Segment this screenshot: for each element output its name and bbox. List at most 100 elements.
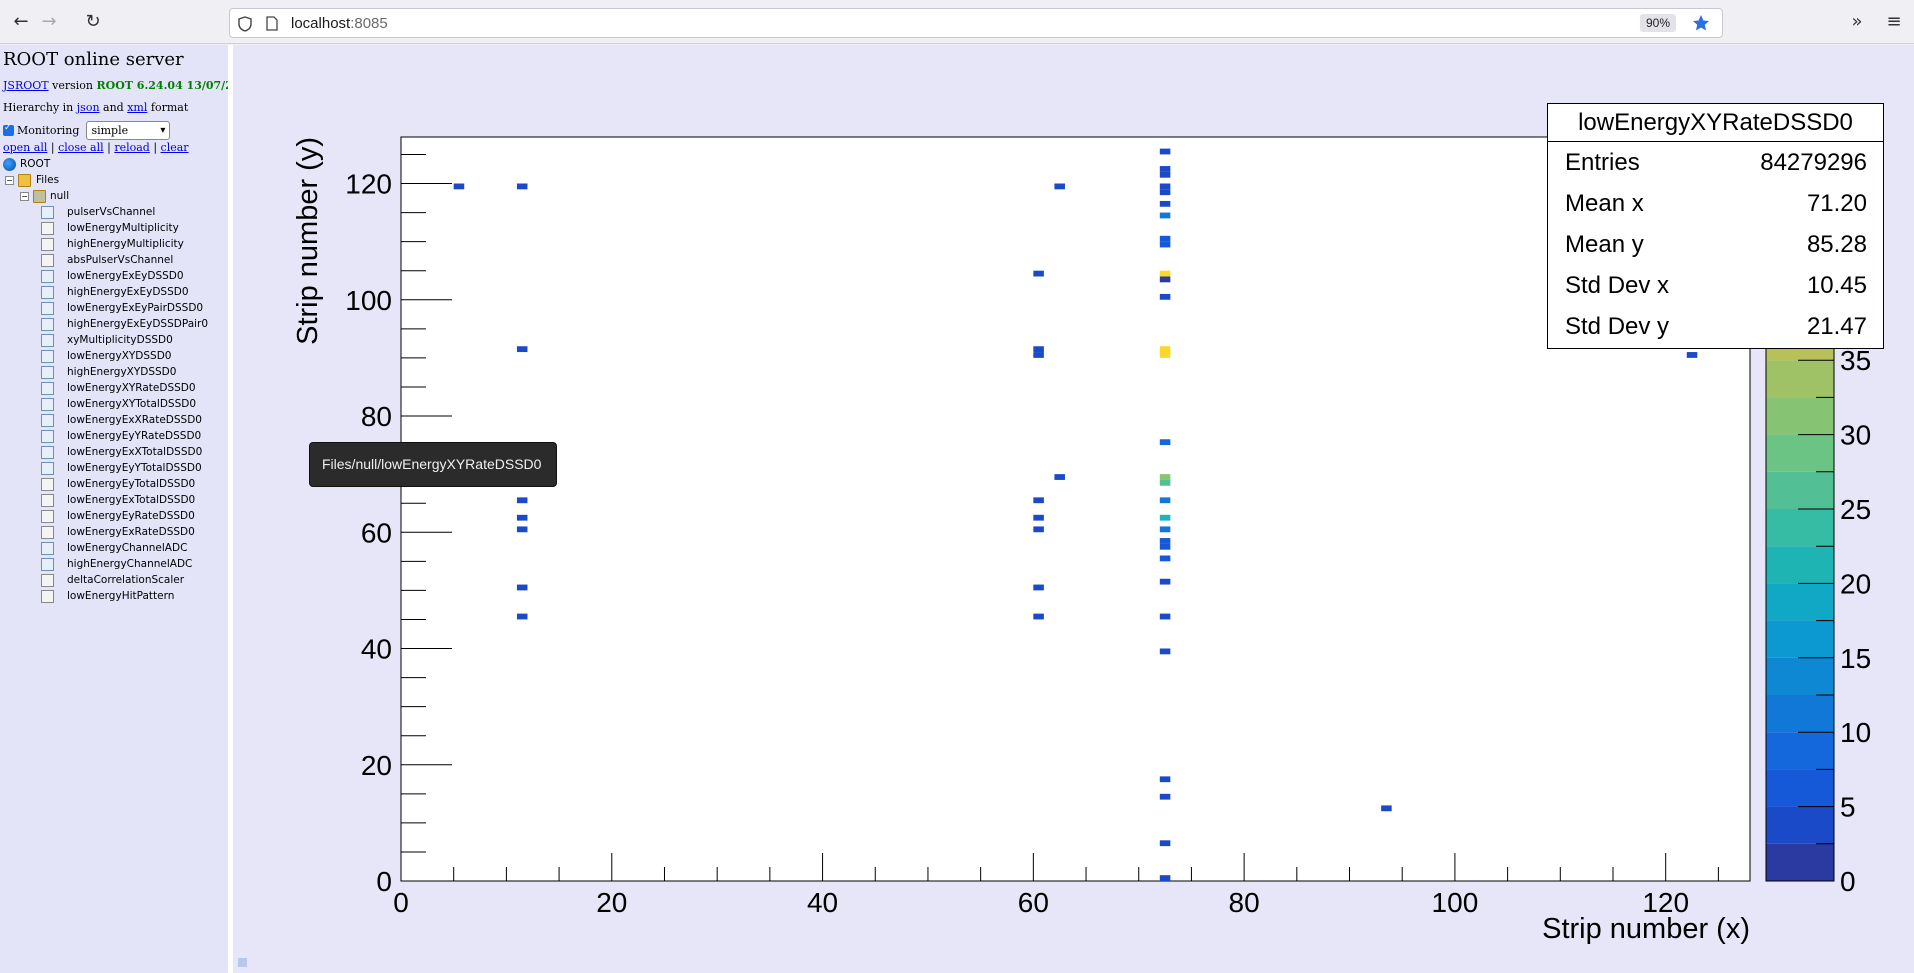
stat-value: 71.20	[1806, 189, 1867, 217]
forward-arrow-icon[interactable]: →	[37, 10, 61, 34]
tree-item-lowEnergyExXTotalDSSD0[interactable]: lowEnergyExXTotalDSSD0	[0, 445, 228, 461]
tree-item-lowEnergyExEyDSSD0[interactable]: lowEnergyExEyDSSD0	[0, 269, 228, 285]
monitoring-mode-select[interactable]: simple	[86, 121, 171, 140]
tree-item-highEnergyExEyDSSDPair0[interactable]: highEnergyExEyDSSDPair0	[0, 317, 228, 333]
xml-link[interactable]: xml	[127, 101, 147, 114]
tree-item-lowEnergyEyTotalDSSD0[interactable]: lowEnergyEyTotalDSSD0	[0, 477, 228, 493]
tree-item-highEnergyMultiplicity[interactable]: highEnergyMultiplicity	[0, 237, 228, 253]
histogram-2d-icon	[41, 350, 54, 363]
url-host: localhost	[291, 15, 351, 32]
y-tick-label: 120	[345, 169, 392, 200]
url-text[interactable]: localhost:8085	[291, 15, 388, 32]
tree-item-lowEnergyEyYRateDSSD0[interactable]: lowEnergyEyYRateDSSD0	[0, 429, 228, 445]
x-tick-label: 0	[393, 887, 409, 918]
colorbar-tick-label: 15	[1840, 643, 1871, 674]
file-icon	[33, 190, 46, 203]
tree-item-lowEnergyExTotalDSSD0[interactable]: lowEnergyExTotalDSSD0	[0, 493, 228, 509]
histogram-2d-icon	[41, 430, 54, 443]
stat-row-mean-x: Mean x 71.20	[1548, 183, 1883, 224]
histogram-cell	[516, 346, 528, 353]
histogram-cell	[516, 526, 528, 533]
colorbar-tick-label: 0	[1840, 866, 1856, 897]
tree-item-lowEnergyExEyPairDSSD0[interactable]: lowEnergyExEyPairDSSD0	[0, 301, 228, 317]
tree-item-lowEnergyXYRateDSSD0[interactable]: lowEnergyXYRateDSSD0	[0, 381, 228, 397]
tree-label-files: Files	[36, 174, 60, 186]
tree-item-lowEnergyEyRateDSSD0[interactable]: lowEnergyEyRateDSSD0	[0, 509, 228, 525]
tree-item-lowEnergyChannelADC[interactable]: lowEnergyChannelADC	[0, 541, 228, 557]
histogram-cell	[1159, 346, 1171, 353]
histogram-cell	[1159, 171, 1171, 178]
tree-item-highEnergyExEyDSSD0[interactable]: highEnergyExEyDSSD0	[0, 285, 228, 301]
histogram-cell	[1686, 352, 1698, 358]
histogram-2d-icon	[41, 286, 54, 299]
bookmark-star-icon[interactable]	[1692, 14, 1710, 32]
tree-item-pulserVsChannel[interactable]: pulserVsChannel	[0, 205, 228, 221]
tree-item-label: lowEnergyExTotalDSSD0	[67, 494, 196, 506]
tree-item-label: lowEnergyEyYRateDSSD0	[67, 430, 202, 442]
tree-item-label: highEnergyXYDSSD0	[67, 366, 177, 378]
tree-item-absPulserVsChannel[interactable]: absPulserVsChannel	[0, 253, 228, 269]
hamburger-menu-icon[interactable]: ≡	[1882, 10, 1906, 34]
back-arrow-icon[interactable]: ←	[9, 10, 33, 34]
tree-node-files[interactable]: − Files	[0, 173, 228, 189]
colorbar-band	[1766, 509, 1834, 547]
zoom-badge[interactable]: 90%	[1639, 14, 1676, 32]
tree-item-label: lowEnergyEyTotalDSSD0	[67, 478, 196, 490]
tree-node-root[interactable]: ROOT	[0, 157, 228, 173]
collapse-icon[interactable]: −	[5, 176, 14, 185]
close-all-link[interactable]: close all	[58, 141, 104, 154]
histogram-1d-icon	[41, 478, 54, 491]
histogram-cell	[1033, 346, 1044, 353]
tree-item-lowEnergyExRateDSSD0[interactable]: lowEnergyExRateDSSD0	[0, 525, 228, 541]
tree-item-deltaCorrelationScaler[interactable]: deltaCorrelationScaler	[0, 573, 228, 589]
overflow-chevrons-icon[interactable]: »	[1845, 10, 1869, 34]
histogram-cell	[1054, 183, 1065, 190]
histogram-cell	[516, 497, 528, 504]
jsroot-link[interactable]: JSROOT	[3, 79, 49, 92]
tree-item-lowEnergyMultiplicity[interactable]: lowEnergyMultiplicity	[0, 221, 228, 237]
histogram-cell	[1159, 613, 1171, 620]
url-bar[interactable]: localhost:8085 90%	[229, 8, 1723, 38]
histogram-cell	[1159, 352, 1171, 358]
histogram-cell	[1033, 497, 1044, 504]
histogram-cell	[1159, 183, 1171, 190]
monitoring-checkbox[interactable]	[3, 123, 14, 136]
tree-label-null: null	[50, 190, 70, 202]
json-link[interactable]: json	[77, 101, 100, 114]
histogram-cell	[516, 183, 528, 190]
x-tick-label: 40	[807, 887, 838, 918]
stats-box[interactable]: lowEnergyXYRateDSSD0 Entries 84279296 Mea…	[1547, 103, 1884, 349]
tree-item-highEnergyChannelADC[interactable]: highEnergyChannelADC	[0, 557, 228, 573]
histogram-2d-icon	[41, 462, 54, 475]
tree-node-null[interactable]: − null	[0, 189, 228, 205]
y-tick-label: 20	[361, 750, 392, 781]
reload-icon[interactable]: ↻	[81, 10, 105, 34]
histogram-2d-icon	[41, 318, 54, 331]
histogram-cell	[1159, 293, 1171, 300]
histogram-cell	[1159, 200, 1171, 207]
tree-item-label: lowEnergyEyYTotalDSSD0	[67, 462, 202, 474]
stat-row-stddev-y: Std Dev y 21.47	[1548, 306, 1883, 347]
histogram-cell	[1159, 648, 1171, 655]
folder-icon	[18, 174, 31, 187]
tree-item-xyMultiplicityDSSD0[interactable]: xyMultiplicityDSSD0	[0, 333, 228, 349]
tree-item-lowEnergyHitPattern[interactable]: lowEnergyHitPattern	[0, 589, 228, 605]
colorbar-tick-label: 10	[1840, 717, 1871, 748]
tree-item-lowEnergyXYTotalDSSD0[interactable]: lowEnergyXYTotalDSSD0	[0, 397, 228, 413]
histogram-cell	[1159, 276, 1171, 283]
tree-item-highEnergyXYDSSD0[interactable]: highEnergyXYDSSD0	[0, 365, 228, 381]
clear-link[interactable]: clear	[161, 141, 189, 154]
histogram-cell	[1381, 805, 1392, 812]
tree-item-label: absPulserVsChannel	[67, 254, 174, 266]
histogram-cell	[1159, 875, 1171, 881]
open-all-link[interactable]: open all	[3, 141, 47, 154]
colorbar-band	[1766, 397, 1834, 435]
stat-value: 85.28	[1806, 230, 1867, 258]
tree-item-lowEnergyEyYTotalDSSD0[interactable]: lowEnergyEyYTotalDSSD0	[0, 461, 228, 477]
tree-item-lowEnergyExXRateDSSD0[interactable]: lowEnergyExXRateDSSD0	[0, 413, 228, 429]
stat-value: 21.47	[1806, 312, 1867, 340]
reload-link[interactable]: reload	[114, 141, 150, 154]
tree-item-lowEnergyXYDSSD0[interactable]: lowEnergyXYDSSD0	[0, 349, 228, 365]
histogram-cell	[1159, 840, 1171, 847]
collapse-icon[interactable]: −	[20, 192, 29, 201]
